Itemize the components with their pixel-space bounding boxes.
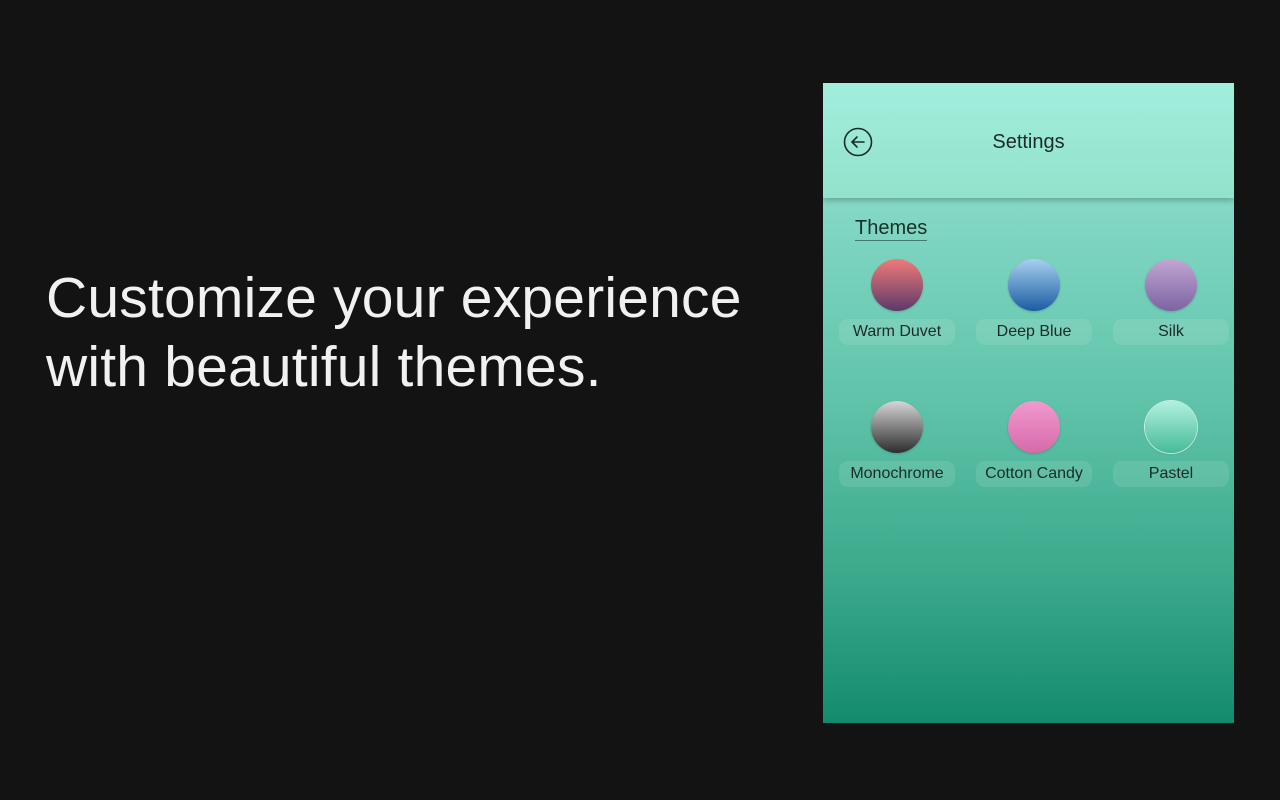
theme-option-pastel[interactable]: Pastel: [1113, 401, 1229, 497]
theme-swatch: [1145, 259, 1197, 311]
theme-option-cotton-candy[interactable]: Cotton Candy: [976, 401, 1092, 497]
settings-header: Settings: [823, 83, 1234, 198]
page-title: Settings: [992, 131, 1065, 153]
headline-line-2: with beautiful themes.: [46, 335, 602, 399]
app-preview-stage: Customize your experience with beautiful…: [0, 0, 1280, 800]
theme-swatch: [1008, 401, 1060, 453]
theme-label: Cotton Candy: [976, 461, 1092, 487]
theme-swatch: [871, 401, 923, 453]
theme-label: Monochrome: [839, 461, 955, 487]
theme-label: Silk: [1113, 319, 1229, 345]
theme-swatch: [1145, 401, 1197, 453]
theme-option-deep-blue[interactable]: Deep Blue: [976, 259, 1092, 355]
marketing-headline: Customize your experience with beautiful…: [46, 264, 806, 402]
theme-label: Deep Blue: [976, 319, 1092, 345]
theme-label: Pastel: [1113, 461, 1229, 487]
theme-label: Warm Duvet: [839, 319, 955, 345]
theme-option-monochrome[interactable]: Monochrome: [839, 401, 955, 497]
settings-panel: Settings Themes Warm Duvet Deep Blue Sil…: [823, 83, 1234, 723]
headline-line-1: Customize your experience: [46, 266, 742, 330]
theme-swatch: [871, 259, 923, 311]
theme-option-warm-duvet[interactable]: Warm Duvet: [839, 259, 955, 355]
themes-section-label: Themes: [855, 217, 928, 241]
theme-swatch: [1008, 259, 1060, 311]
theme-option-silk[interactable]: Silk: [1113, 259, 1229, 355]
